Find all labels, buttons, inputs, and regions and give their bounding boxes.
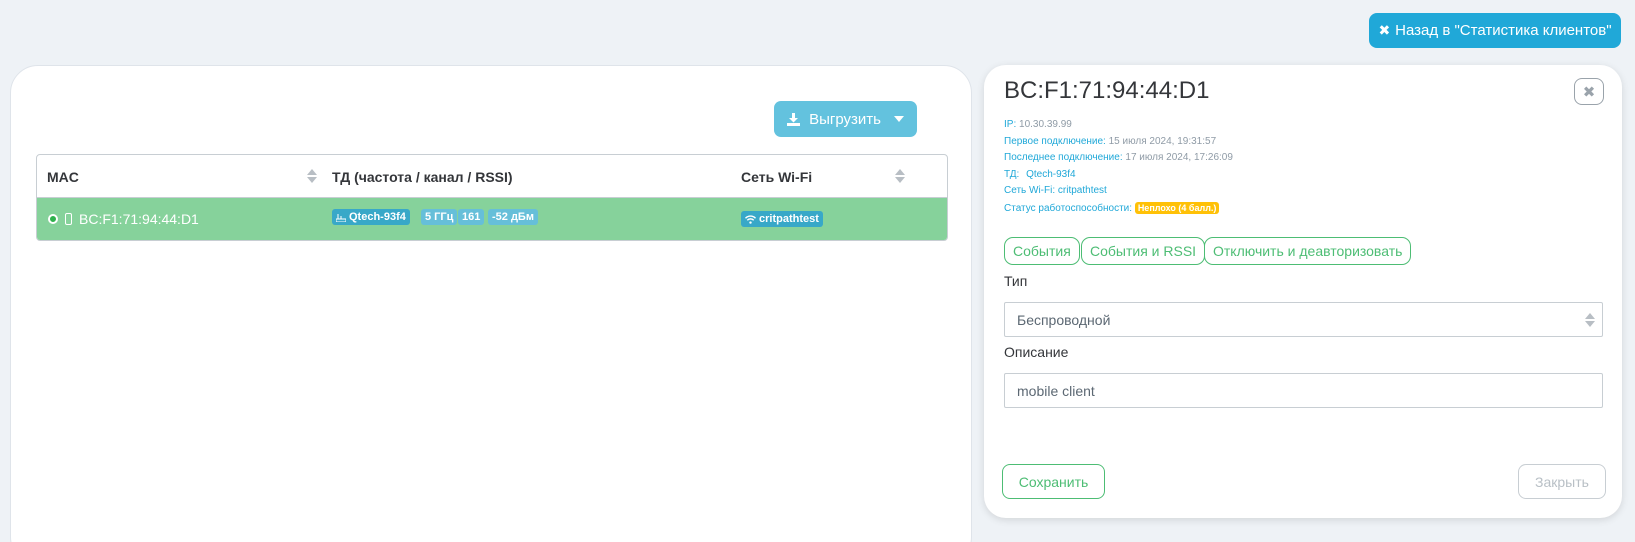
client-mac-title: BC:F1:71:94:44:D1: [1004, 77, 1210, 104]
events-rssi-button[interactable]: События и RSSI: [1081, 237, 1206, 265]
close-panel-button[interactable]: ✖: [1574, 78, 1604, 105]
access-point-icon: [336, 213, 346, 222]
clients-table: MAC ТД (частота / канал / RSSI) Сеть Wi-…: [36, 154, 948, 241]
first-connection-label: Первое подключение:: [1004, 135, 1106, 147]
export-button-label: Выгрузить: [809, 110, 881, 128]
mac-cell: BC:F1:71:94:44:D1: [79, 211, 199, 227]
health-status-badge: Неплохо (4 балл.): [1134, 201, 1220, 214]
ap-badge[interactable]: Qtech-93f4: [332, 209, 410, 225]
frequency-badge: 5 ГГц: [421, 209, 458, 225]
caret-down-icon: [893, 116, 904, 122]
type-select[interactable]: Беспроводной: [1004, 302, 1603, 337]
first-connection-line: Первое подключение: 15 июля 2024, 19:31:…: [1004, 134, 1233, 151]
description-input[interactable]: mobile client: [1004, 373, 1603, 408]
channel-badge: 161: [458, 209, 485, 225]
last-connection-label: Последнее подключение:: [1004, 152, 1123, 164]
column-header-mac[interactable]: MAC: [47, 155, 79, 198]
page: ✖ Назад в "Статистика клиентов" Выгрузит…: [0, 0, 1635, 542]
back-to-client-stats-button[interactable]: ✖ Назад в "Статистика клиентов": [1369, 13, 1621, 48]
type-select-value: Беспроводной: [1017, 311, 1111, 328]
column-header-label: MAC: [47, 168, 79, 185]
ap-label: ТД:: [1004, 168, 1020, 180]
download-icon: [787, 112, 801, 126]
type-label: Тип: [1004, 273, 1028, 289]
mobile-device-icon: [65, 213, 72, 225]
client-detail-card: BC:F1:71:94:44:D1 ✖ IP: 10.30.39.99 Перв…: [984, 65, 1622, 518]
last-connection-value: 17 июля 2024, 17:26:09: [1125, 152, 1233, 164]
export-dropdown-button[interactable]: Выгрузить: [774, 101, 917, 137]
column-header-ssid[interactable]: Сеть Wi-Fi: [741, 155, 812, 198]
ssid-label: Сеть Wi-Fi:: [1004, 185, 1056, 197]
health-label: Статус работоспособности:: [1004, 202, 1133, 214]
ap-line: ТД: Qtech-93f4: [1004, 167, 1233, 184]
ssid-line: Сеть Wi-Fi: critpathtest: [1004, 183, 1233, 200]
table-row[interactable]: BC:F1:71:94:44:D1 Qtech-93f4 5 ГГц 161 -…: [37, 198, 947, 240]
clients-table-card: Выгрузить MAC ТД (частота / канал / RSSI…: [10, 65, 972, 542]
ssid-name: critpathtest: [759, 213, 819, 225]
first-connection-value: 15 июля 2024, 19:31:57: [1108, 135, 1217, 147]
client-info-list: IP: 10.30.39.99 Первое подключение: 15 и…: [1004, 117, 1233, 218]
health-line: Статус работоспособности: Неплохо (4 бал…: [1004, 200, 1233, 218]
close-button[interactable]: Закрыть: [1518, 464, 1606, 499]
ip-label: IP:: [1004, 119, 1017, 130]
online-status-icon: [48, 214, 58, 224]
last-connection-line: Последнее подключение: 17 июля 2024, 17:…: [1004, 150, 1233, 167]
ap-link[interactable]: Qtech-93f4: [1026, 169, 1075, 180]
rssi-badge: -52 дБм: [488, 209, 538, 225]
close-icon: ✖: [1378, 22, 1391, 38]
column-header-ap: ТД (частота / канал / RSSI): [332, 155, 513, 198]
ap-name: Qtech-93f4: [349, 211, 406, 223]
disconnect-deauth-button[interactable]: Отключить и деавторизовать: [1204, 237, 1412, 265]
ssid-badge: critpathtest: [741, 211, 823, 227]
column-header-label: Сеть Wi-Fi: [741, 168, 813, 185]
description-label: Описание: [1004, 344, 1069, 360]
back-button-label: Назад в "Статистика клиентов": [1395, 22, 1612, 39]
ip-line: IP: 10.30.39.99: [1004, 117, 1233, 134]
sort-icon[interactable]: [307, 169, 317, 184]
ssid-value: critpathtest: [1057, 185, 1107, 197]
sort-icon[interactable]: [895, 169, 905, 184]
close-icon: ✖: [1582, 83, 1596, 101]
wifi-icon: [745, 214, 756, 224]
ip-value: 10.30.39.99: [1019, 119, 1072, 130]
events-button[interactable]: События: [1004, 237, 1080, 265]
table-header: MAC ТД (частота / канал / RSSI) Сеть Wi-…: [37, 155, 947, 198]
save-button[interactable]: Сохранить: [1002, 464, 1105, 499]
column-header-label: ТД (частота / канал / RSSI): [332, 168, 513, 185]
select-arrows-icon: [1585, 313, 1595, 328]
